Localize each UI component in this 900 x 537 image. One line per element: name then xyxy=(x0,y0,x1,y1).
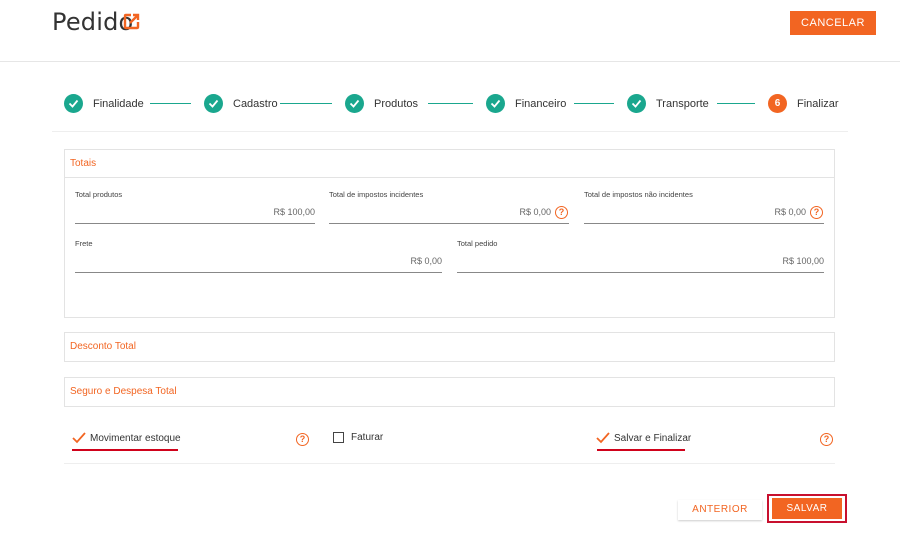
checkmark-icon xyxy=(596,432,610,444)
step-connector xyxy=(428,103,473,104)
field-value: R$ 0,00 xyxy=(410,256,442,266)
step-finalidade[interactable]: Finalidade xyxy=(64,94,144,113)
step-label: Cadastro xyxy=(233,97,278,110)
impostos-nao-incidentes-field[interactable]: Total de impostos não incidentes R$ 0,00… xyxy=(584,190,824,224)
option-label: Salvar e Finalizar xyxy=(614,432,692,444)
previous-button[interactable]: ANTERIOR xyxy=(678,500,762,520)
step-cadastro[interactable]: Cadastro xyxy=(204,94,278,113)
step-label: Finalizar xyxy=(797,97,839,110)
seguro-panel[interactable]: Seguro e Despesa Total xyxy=(64,377,835,407)
option-label: Movimentar estoque xyxy=(90,432,181,444)
field-underline xyxy=(75,272,442,273)
check-icon xyxy=(345,94,364,113)
check-icon xyxy=(204,94,223,113)
field-value: R$ 0,00 xyxy=(519,207,551,217)
step-connector xyxy=(150,103,191,104)
field-label: Frete xyxy=(75,239,93,248)
edit-square-icon[interactable] xyxy=(123,13,140,30)
option-underline xyxy=(72,449,178,451)
panel-title: Seguro e Despesa Total xyxy=(70,386,177,397)
field-underline xyxy=(75,223,315,224)
step-number: 6 xyxy=(768,94,787,113)
checkmark-icon xyxy=(72,432,86,444)
field-label: Total de impostos não incidentes xyxy=(584,190,693,199)
impostos-incidentes-field[interactable]: Total de impostos incidentes R$ 0,00 ? xyxy=(329,190,569,224)
step-connector xyxy=(574,103,614,104)
check-icon xyxy=(64,94,83,113)
field-underline xyxy=(457,272,824,273)
options-row: Movimentar estoque ? Faturar Salvar e Fi… xyxy=(64,418,835,464)
step-label: Produtos xyxy=(374,97,419,110)
step-connector xyxy=(717,103,755,104)
page-header: Pedido CANCELAR xyxy=(0,0,900,62)
help-icon[interactable]: ? xyxy=(820,433,833,446)
save-button-highlight: SALVAR xyxy=(767,494,847,523)
step-label: Finalidade xyxy=(93,97,144,110)
faturar-checkbox[interactable]: Faturar xyxy=(333,432,383,443)
field-value: R$ 100,00 xyxy=(273,207,315,217)
check-icon xyxy=(627,94,646,113)
step-finalizar[interactable]: 6 Finalizar xyxy=(768,94,839,113)
field-label: Total de impostos incidentes xyxy=(329,190,424,199)
step-connector xyxy=(280,103,332,104)
totais-panel: Totais Total produtos R$ 100,00 Total de… xyxy=(64,149,835,318)
help-icon[interactable]: ? xyxy=(555,206,568,219)
step-label: Financeiro xyxy=(515,97,567,110)
total-produtos-field[interactable]: Total produtos R$ 100,00 xyxy=(75,190,315,224)
help-icon[interactable]: ? xyxy=(810,206,823,219)
checkbox-box xyxy=(333,432,344,443)
panel-title: Totais xyxy=(65,150,834,178)
salvar-finalizar-checkbox[interactable]: Salvar e Finalizar xyxy=(596,432,691,444)
panel-title: Desconto Total xyxy=(70,341,136,352)
wizard-stepper: Finalidade Cadastro Produtos Financeiro … xyxy=(52,88,848,132)
cancel-button[interactable]: CANCELAR xyxy=(790,11,876,35)
desconto-panel[interactable]: Desconto Total xyxy=(64,332,835,362)
step-financeiro[interactable]: Financeiro xyxy=(486,94,566,113)
check-icon xyxy=(486,94,505,113)
field-label: Total pedido xyxy=(457,239,498,248)
option-label: Faturar xyxy=(351,432,384,443)
field-label: Total produtos xyxy=(75,190,123,199)
field-underline xyxy=(329,223,569,224)
help-icon[interactable]: ? xyxy=(296,433,309,446)
page-title: Pedido xyxy=(52,8,134,36)
field-underline xyxy=(584,223,824,224)
save-button[interactable]: SALVAR xyxy=(772,498,842,519)
field-value: R$ 100,00 xyxy=(782,256,824,266)
movimentar-estoque-checkbox[interactable]: Movimentar estoque xyxy=(72,432,181,444)
option-underline xyxy=(597,449,685,451)
step-label: Transporte xyxy=(656,97,709,110)
frete-field[interactable]: Frete R$ 0,00 xyxy=(75,239,442,273)
step-produtos[interactable]: Produtos xyxy=(345,94,418,113)
field-value: R$ 0,00 xyxy=(774,207,806,217)
step-transporte[interactable]: Transporte xyxy=(627,94,709,113)
total-pedido-field[interactable]: Total pedido R$ 100,00 xyxy=(457,239,824,273)
